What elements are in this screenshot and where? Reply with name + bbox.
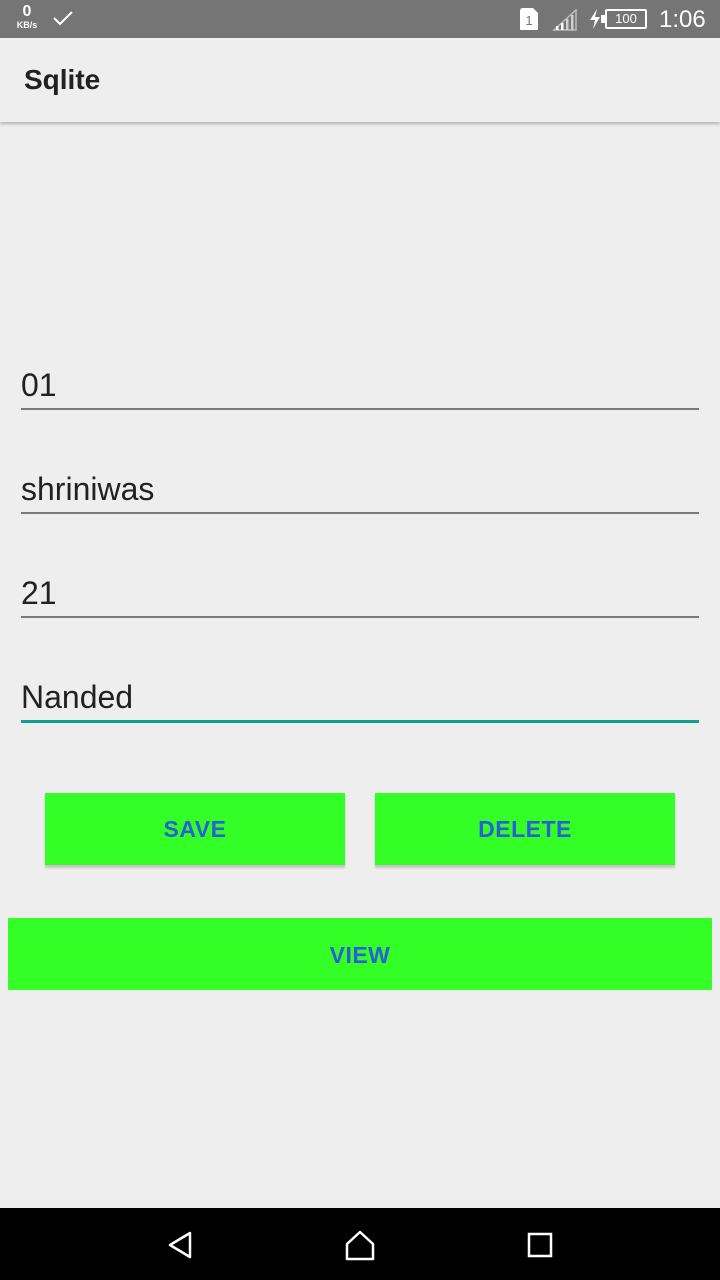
app-title: Sqlite xyxy=(24,64,101,95)
back-icon[interactable] xyxy=(160,1228,200,1262)
navigation-bar xyxy=(0,1208,720,1280)
city-input[interactable]: Nanded xyxy=(21,672,699,723)
network-speed-indicator: 0 KB/s xyxy=(12,4,42,30)
battery-icon: 100 xyxy=(601,9,647,29)
sim-icon: 1 xyxy=(519,7,539,36)
city-input-value: Nanded xyxy=(21,679,134,715)
city-input-underline xyxy=(21,720,699,723)
status-bar: 0 KB/s 1 100 1:06 xyxy=(0,0,720,38)
id-input-value: 01 xyxy=(21,367,57,403)
home-icon[interactable] xyxy=(340,1228,380,1262)
name-input-value: shriniwas xyxy=(21,471,155,507)
name-input-underline xyxy=(21,512,699,514)
save-button[interactable]: SAVE xyxy=(45,793,345,865)
id-input[interactable]: 01 xyxy=(21,360,699,410)
network-speed-value: 0 xyxy=(22,3,32,20)
recent-apps-icon[interactable] xyxy=(520,1228,560,1262)
battery-level: 100 xyxy=(615,11,637,26)
check-icon xyxy=(52,9,74,32)
signal-icon xyxy=(552,8,578,36)
name-input[interactable]: shriniwas xyxy=(21,464,699,514)
network-speed-unit: KB/s xyxy=(16,20,38,30)
clock: 1:06 xyxy=(659,6,706,33)
delete-button[interactable]: DELETE xyxy=(375,793,675,865)
age-input[interactable]: 21 xyxy=(21,568,699,618)
id-input-underline xyxy=(21,408,699,410)
charging-icon xyxy=(588,8,602,35)
age-input-value: 21 xyxy=(21,575,57,611)
sim-slot-number: 1 xyxy=(525,13,532,28)
view-button[interactable]: VIEW xyxy=(8,918,712,990)
age-input-underline xyxy=(21,616,699,618)
app-bar: Sqlite xyxy=(0,38,720,122)
